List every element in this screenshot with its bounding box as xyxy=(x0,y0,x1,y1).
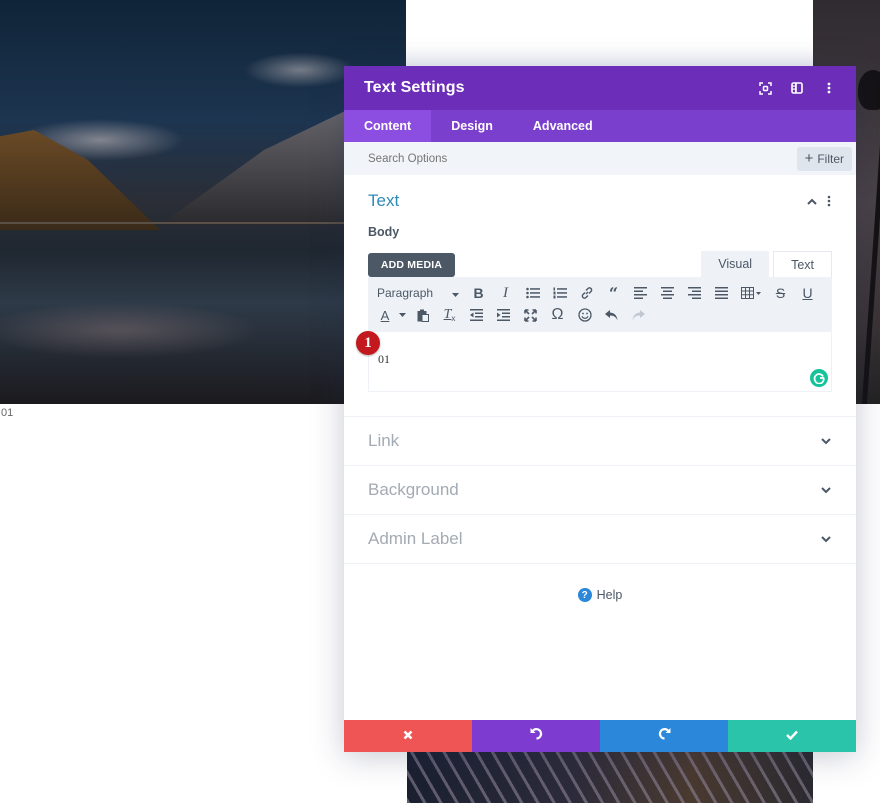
background-white-module xyxy=(406,0,813,68)
undo-edit-icon[interactable] xyxy=(598,304,625,326)
undo-button[interactable] xyxy=(472,720,600,752)
background-section-toggle[interactable]: Background xyxy=(344,466,856,515)
numbered-list-icon[interactable] xyxy=(546,282,573,304)
bullet-list-icon[interactable] xyxy=(519,282,546,304)
step-badge: 1 xyxy=(356,331,380,355)
paste-as-text-icon[interactable] xyxy=(409,304,436,326)
redo-button[interactable] xyxy=(600,720,728,752)
background-bridge-photo xyxy=(407,750,813,803)
search-options-input[interactable] xyxy=(368,152,797,165)
add-media-button[interactable]: ADD MEDIA xyxy=(368,253,455,277)
filter-label: Filter xyxy=(817,151,844,166)
search-bar: + Filter xyxy=(344,142,856,175)
body-label: Body xyxy=(368,225,400,239)
save-button[interactable] xyxy=(728,720,856,752)
text-section-header[interactable]: Text xyxy=(368,191,832,211)
chevron-up-icon[interactable] xyxy=(806,195,818,207)
help-link[interactable]: ? Help xyxy=(344,588,856,602)
underline-icon[interactable]: U xyxy=(794,282,821,304)
text-tab[interactable]: Text xyxy=(773,251,832,277)
palm-trunk xyxy=(861,80,880,404)
align-center-icon[interactable] xyxy=(654,282,681,304)
toolbar-row-2: A Tx Ω xyxy=(375,304,825,326)
editor-mode-tabs: Visual Text xyxy=(701,251,832,277)
palm-crown xyxy=(858,70,880,110)
align-justify-icon[interactable] xyxy=(708,282,735,304)
format-select-value: Paragraph xyxy=(377,286,434,300)
modal-title: Text Settings xyxy=(364,79,465,96)
clear-formatting-icon[interactable]: Tx xyxy=(436,304,463,326)
rich-text-editor: Paragraph B I “ S U A T x Ω 1 01 xyxy=(356,277,832,392)
chevron-down-icon xyxy=(820,484,832,496)
indent-icon[interactable] xyxy=(490,304,517,326)
visual-tab[interactable]: Visual xyxy=(701,251,770,277)
caret-down-icon xyxy=(452,286,459,300)
tab-design[interactable]: Design xyxy=(431,110,513,142)
format-select[interactable]: Paragraph xyxy=(375,286,465,300)
plus-icon: + xyxy=(804,150,814,167)
admin-label-section-toggle[interactable]: Admin Label xyxy=(344,515,856,564)
editor-content-area[interactable]: 1 01 xyxy=(356,331,831,391)
special-character-icon[interactable]: Ω xyxy=(544,304,571,326)
text-section: Text Body ADD MEDIA Visual Text Paragrap… xyxy=(344,175,856,417)
blockquote-icon[interactable]: “ xyxy=(600,282,627,304)
photo-mountain-left xyxy=(0,130,160,230)
redo-edit-icon[interactable] xyxy=(625,304,652,326)
bold-icon[interactable]: B xyxy=(465,282,492,304)
background-caption: 01 xyxy=(1,407,14,419)
close-icon xyxy=(403,727,413,745)
chevron-down-icon xyxy=(820,533,832,545)
more-options-icon[interactable] xyxy=(822,81,836,95)
background-section-title: Background xyxy=(368,480,459,499)
link-section-title: Link xyxy=(368,431,400,450)
text-color-icon[interactable]: A xyxy=(375,304,395,326)
italic-icon[interactable]: I xyxy=(492,282,519,304)
editor-top-bar: ADD MEDIA Visual Text xyxy=(368,245,832,277)
section-options-icon[interactable] xyxy=(826,195,832,207)
table-icon[interactable] xyxy=(735,282,767,304)
modal-header[interactable]: Text Settings xyxy=(344,66,856,110)
modal-footer xyxy=(344,720,856,752)
check-icon xyxy=(786,727,798,745)
toolbar-row-1: Paragraph B I “ S U xyxy=(375,282,825,304)
tab-content[interactable]: Content xyxy=(344,110,432,142)
cancel-button[interactable] xyxy=(344,720,472,752)
fullscreen-icon[interactable] xyxy=(517,304,544,326)
filter-button[interactable]: + Filter xyxy=(796,146,852,171)
redo-icon xyxy=(658,727,671,745)
text-section-title: Text xyxy=(368,191,400,210)
link-section-toggle[interactable]: Link xyxy=(344,417,856,466)
strikethrough-icon[interactable]: S xyxy=(767,282,794,304)
help-label: Help xyxy=(596,588,623,602)
editor-toolbar: Paragraph B I “ S U A T x Ω xyxy=(369,278,831,332)
text-color-dropdown-icon[interactable] xyxy=(395,304,409,326)
tab-advanced[interactable]: Advanced xyxy=(513,110,613,142)
text-settings-modal: Text Settings Content Design Advanced + … xyxy=(344,66,856,752)
align-right-icon[interactable] xyxy=(681,282,708,304)
align-left-icon[interactable] xyxy=(627,282,654,304)
chevron-down-icon xyxy=(820,435,832,447)
settings-tabs: Content Design Advanced xyxy=(344,110,856,142)
grammarly-icon[interactable] xyxy=(810,369,828,387)
focus-icon[interactable] xyxy=(758,81,772,95)
emoji-icon[interactable] xyxy=(571,304,598,326)
admin-label-section-title: Admin Label xyxy=(368,529,463,548)
link-icon[interactable] xyxy=(573,282,600,304)
undo-icon xyxy=(530,727,543,745)
editor-content-text: 01 xyxy=(378,352,390,366)
outdent-icon[interactable] xyxy=(463,304,490,326)
split-view-icon[interactable] xyxy=(790,81,804,95)
help-icon: ? xyxy=(577,588,592,602)
